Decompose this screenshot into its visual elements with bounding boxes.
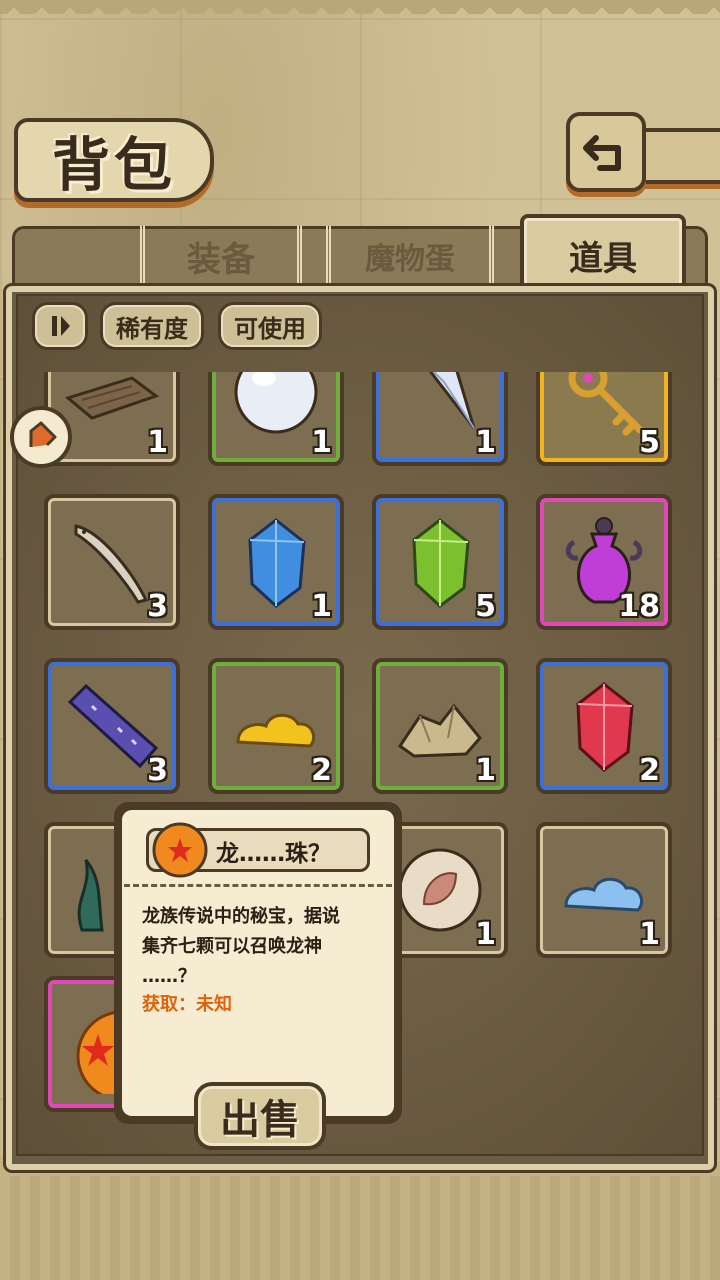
item-slot-yellow-slime[interactable]: 2 [208, 658, 344, 794]
item-count: 5 [639, 425, 660, 460]
item-count: 1 [475, 753, 496, 788]
item-count: 5 [475, 589, 496, 624]
back-arrow-icon [583, 135, 621, 171]
item-count: 1 [639, 917, 660, 952]
item-slot-blue-crystal[interactable]: 1 [208, 494, 344, 630]
rarity-filter-label: 稀有度 [116, 314, 188, 343]
item-tooltip-obtain: 获取：未知 [142, 994, 232, 1015]
back-button[interactable] [566, 112, 646, 192]
rarity-filter-button[interactable]: 稀有度 [100, 302, 204, 350]
item-count: 1 [311, 589, 332, 624]
item-slot-pearl[interactable]: 1 [208, 372, 344, 466]
item-slot-fish[interactable]: 3 [44, 494, 180, 630]
page-title: 背包 [51, 131, 176, 199]
tab-equipment-label: 装备 [187, 239, 255, 280]
usable-filter-label: 可使用 [234, 314, 306, 343]
title-plate: 背包 [14, 118, 214, 202]
item-slot-purple-bar[interactable]: 3 [44, 658, 180, 794]
item-count: 1 [475, 917, 496, 952]
item-tooltip-name: 龙……珠？ [216, 841, 331, 867]
item-slot-purple-potion[interactable]: 18 [536, 494, 672, 630]
top-border-strip [0, 0, 720, 14]
item-slot-green-crystal[interactable]: 5 [372, 494, 508, 630]
item-slot-ore-pile[interactable]: 1 [372, 658, 508, 794]
item-count: 2 [311, 753, 332, 788]
pause-icon [52, 316, 70, 336]
tab-equipment[interactable]: 装备 [140, 226, 302, 286]
item-tooltip-divider [124, 884, 392, 887]
tab-monster-eggs-label: 魔物蛋 [365, 242, 455, 277]
item-count: 1 [475, 425, 496, 460]
sell-button-label: 出售 [220, 1097, 300, 1143]
tab-items[interactable]: 道具 [520, 214, 686, 292]
tab-monster-eggs[interactable]: 魔物蛋 [326, 226, 494, 286]
bottom-border-strip [0, 1156, 720, 1280]
scroll-top-button[interactable] [10, 406, 72, 468]
item-slot-golden-key[interactable]: 5 [536, 372, 672, 466]
tab-items-label: 道具 [569, 238, 637, 279]
item-slot-red-crystal[interactable]: 2 [536, 658, 672, 794]
item-count: 1 [147, 425, 168, 460]
item-count: 18 [618, 589, 660, 624]
item-tooltip-description: 龙族传说中的秘宝，据说 集齐七颗可以召唤龙神 ……？ [142, 906, 340, 987]
sort-toggle-button[interactable] [32, 302, 88, 350]
item-count: 3 [147, 753, 168, 788]
item-count: 1 [311, 425, 332, 460]
item-slot-crystal-shard[interactable]: 1 [372, 372, 508, 466]
sell-button[interactable]: 出售 [194, 1082, 326, 1150]
item-count: 2 [639, 753, 660, 788]
usable-filter-button[interactable]: 可使用 [218, 302, 322, 350]
arrow-up-right-icon [29, 421, 57, 447]
item-count: 3 [147, 589, 168, 624]
item-slot-blue-slime[interactable]: 1 [536, 822, 672, 958]
back-button-strip [640, 128, 720, 184]
dragon-ball-icon [152, 822, 208, 878]
